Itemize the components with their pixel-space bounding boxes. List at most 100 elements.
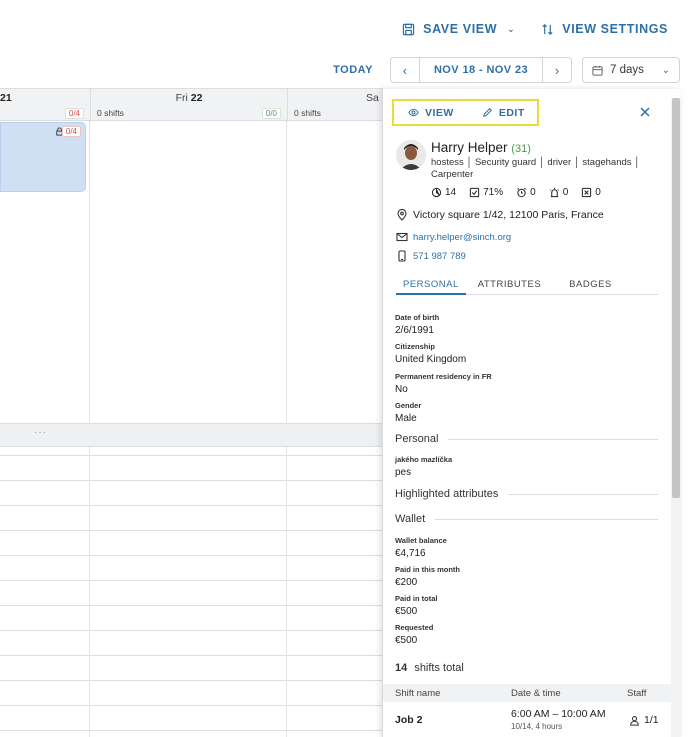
pie-chart-icon xyxy=(431,187,442,198)
prev-week-button[interactable]: ‹ xyxy=(391,58,419,82)
field-value: Male xyxy=(395,413,417,424)
shift-card[interactable]: 0/4 xyxy=(0,122,86,192)
worker-detail-panel: VIEW EDIT Harry Helper (31) hostess │ Se… xyxy=(382,89,681,737)
grid-row-line xyxy=(0,455,383,456)
phone-link[interactable]: 571 987 789 xyxy=(413,251,466,262)
section-rule xyxy=(435,518,658,520)
field-label: Gender xyxy=(395,401,422,410)
grid-row-line xyxy=(0,680,383,681)
column-header-date-time[interactable]: Date & time xyxy=(511,688,561,699)
stat-alerts-value: 0 xyxy=(562,187,569,198)
date-navigation: TODAY ‹ NOV 18 - NOV 23 › 7 days ⌄ xyxy=(333,57,680,83)
field-value: €200 xyxy=(395,577,418,588)
email-link[interactable]: harry.helper@sinch.org xyxy=(413,232,511,243)
chevron-down-icon: ⌄ xyxy=(507,23,516,34)
day-number: 21 xyxy=(0,92,12,104)
eye-icon xyxy=(408,107,419,118)
day-column-fri[interactable]: Fri 22 0 shifts 0/0 xyxy=(90,89,287,122)
section-rule xyxy=(508,493,658,495)
field-value: United Kingdom xyxy=(395,354,467,365)
email-row: harry.helper@sinch.org xyxy=(396,231,511,243)
grid-row-line xyxy=(0,555,383,556)
field-permanent-residency: Permanent residency in FR No xyxy=(395,372,492,395)
field-label: Requested xyxy=(395,623,434,632)
days-select[interactable]: 7 days ⌄ xyxy=(582,57,680,83)
column-divider xyxy=(286,121,287,423)
shift-time: 6:00 AM – 10:00 AM xyxy=(511,708,606,720)
avatar xyxy=(396,140,426,170)
edit-button[interactable]: EDIT xyxy=(482,107,525,119)
shifts-total-label: shifts total xyxy=(414,662,464,674)
field-citizenship: Citizenship United Kingdom xyxy=(395,342,466,365)
alarm-clock-icon xyxy=(516,187,527,198)
chevron-down-icon: ⌄ xyxy=(661,64,670,76)
section-title: Personal xyxy=(395,433,439,445)
scrollbar-thumb[interactable] xyxy=(672,98,680,498)
section-highlighted-heading: Highlighted attributes xyxy=(395,488,658,500)
day-column-sat[interactable]: Sa 0 shifts xyxy=(287,89,383,122)
shifts-total: 14 shifts total xyxy=(395,662,464,674)
next-week-button[interactable]: › xyxy=(543,58,571,82)
checkbox-icon xyxy=(469,187,480,198)
field-value: €500 xyxy=(395,606,418,617)
column-header-staff[interactable]: Staff xyxy=(627,688,646,699)
field-label: Date of birth xyxy=(395,313,440,322)
worker-roles: hostess │ Security guard │ driver │ stag… xyxy=(431,157,641,180)
section-rule xyxy=(448,438,658,440)
stat-total: 14 xyxy=(431,187,456,198)
day-number: 22 xyxy=(190,92,203,104)
address-text: Victory square 1/42, 12100 Paris, France xyxy=(413,209,604,221)
section-personal-heading: Personal xyxy=(395,433,658,445)
cancel-box-icon xyxy=(581,187,592,198)
shift-duration: 10/14, 4 hours xyxy=(511,722,563,731)
grid-row-line xyxy=(0,480,383,481)
field-date-of-birth: Date of birth 2/6/1991 xyxy=(395,313,439,336)
field-label: jakého mazlíčka xyxy=(395,455,453,464)
worker-stats: 14 71% 0 0 0 xyxy=(431,187,601,198)
grid-row-line xyxy=(0,705,383,706)
view-settings-button[interactable]: VIEW SETTINGS xyxy=(541,22,668,36)
chevron-left-icon: ‹ xyxy=(402,62,408,78)
worker-name: Harry Helper xyxy=(431,140,508,155)
section-divider[interactable]: ··· xyxy=(0,423,383,447)
field-paid-total: Paid in total €500 xyxy=(395,594,438,617)
save-view-button[interactable]: SAVE VIEW ⌄ xyxy=(402,22,515,36)
field-label: Citizenship xyxy=(395,342,436,351)
top-toolbar: SAVE VIEW ⌄ VIEW SETTINGS xyxy=(402,22,668,36)
today-button[interactable]: TODAY xyxy=(333,64,373,76)
shift-staff-count: 1/1 xyxy=(644,714,659,726)
tab-badges[interactable]: BADGES xyxy=(562,277,619,294)
stat-no-show: 0 xyxy=(581,187,601,198)
close-panel-button[interactable] xyxy=(639,106,651,118)
day-column-thu[interactable]: 21 0/4 xyxy=(0,89,90,122)
column-header-shift-name[interactable]: Shift name xyxy=(395,688,440,699)
field-wallet-balance: Wallet balance €4,716 xyxy=(395,536,447,559)
view-button[interactable]: VIEW xyxy=(408,107,454,119)
phone-icon xyxy=(396,250,408,262)
field-value: pes xyxy=(395,467,412,478)
tab-personal[interactable]: PERSONAL xyxy=(396,277,466,295)
stat-late: 0 xyxy=(516,187,536,198)
shift-name: Job 2 xyxy=(395,714,423,726)
days-select-value: 7 days xyxy=(610,64,644,76)
grid-row-line xyxy=(0,505,383,506)
alert-light-icon xyxy=(549,187,560,198)
grid-row-line xyxy=(0,630,383,631)
staff-count-badge: 0/0 xyxy=(261,108,281,119)
table-row[interactable]: Job 2 6:00 AM – 10:00 AM 10/14, 4 hours … xyxy=(383,702,672,737)
section-wallet-heading: Wallet xyxy=(395,513,658,525)
tab-attributes[interactable]: ATTRIBUTES xyxy=(471,277,548,294)
detail-tabs: PERSONAL ATTRIBUTES BADGES xyxy=(396,277,658,295)
stat-late-value: 0 xyxy=(530,187,536,198)
worker-age: (31) xyxy=(511,143,531,155)
day-name: Sa xyxy=(366,92,379,104)
column-divider xyxy=(286,447,287,737)
date-range-label[interactable]: NOV 18 - NOV 23 xyxy=(418,58,543,82)
shift-staff: 1/1 xyxy=(629,714,659,726)
location-pin-icon xyxy=(396,209,408,221)
field-label: Wallet balance xyxy=(395,536,447,545)
worker-name-row: Harry Helper (31) xyxy=(431,140,531,155)
stat-no-show-value: 0 xyxy=(595,187,601,198)
field-label: Permanent residency in FR xyxy=(395,372,492,381)
shift-count: 0 shifts xyxy=(97,108,124,118)
